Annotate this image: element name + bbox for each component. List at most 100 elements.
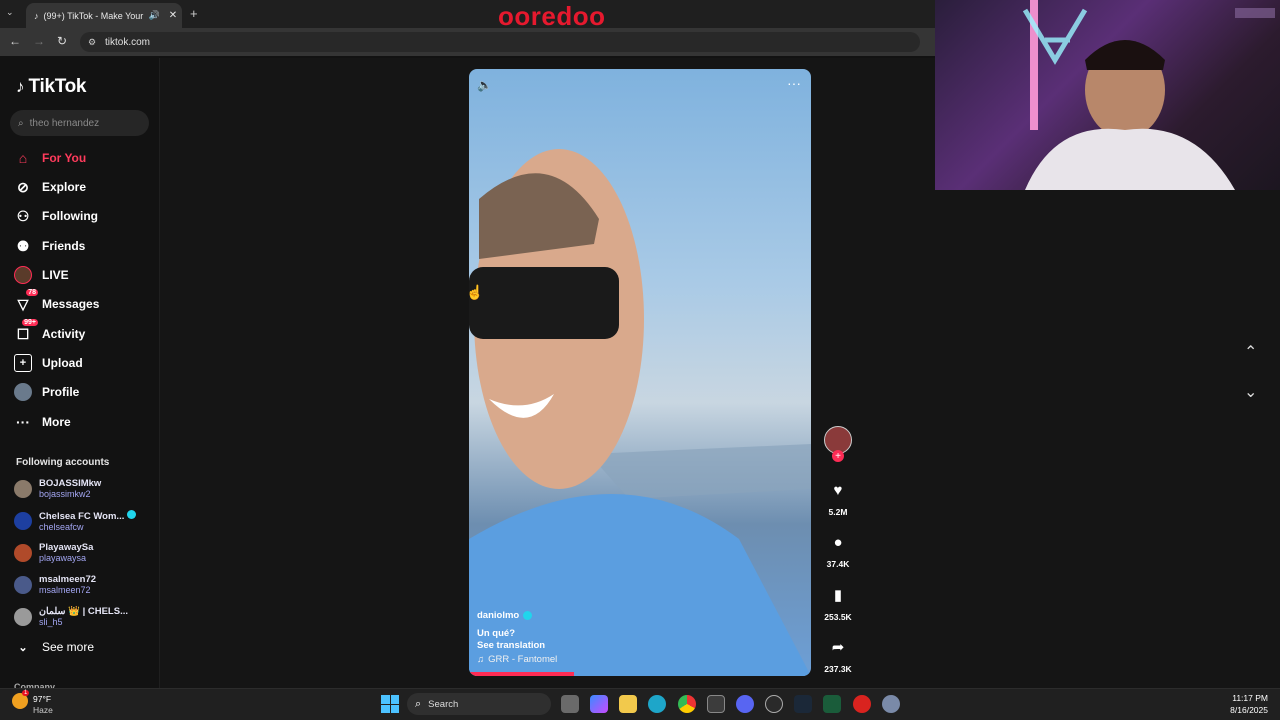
new-tab-button[interactable]: + — [190, 6, 198, 21]
chevron-down-icon: ⌄ — [18, 641, 28, 654]
file-explorer-icon[interactable] — [619, 695, 637, 713]
store-icon[interactable] — [707, 695, 725, 713]
more-icon: ··· — [16, 414, 30, 430]
weather-temp: 97°F — [33, 694, 52, 704]
compass-icon: ⊘ — [17, 178, 29, 195]
nav-label: Explore — [42, 180, 87, 194]
heart-icon: ♥ — [833, 482, 843, 499]
taskbar-search-label: Search — [428, 698, 459, 710]
music-link[interactable]: ♫ GRR - Fantomel — [477, 654, 557, 665]
sidebar: ♪ TikTok ⌕ theo hernandez ⌂ For You ⊘ Ex… — [0, 58, 160, 688]
speaker-icon[interactable]: 🔊 — [149, 10, 160, 21]
account-handle: msalmeen72 — [39, 585, 91, 595]
tiktok-logo[interactable]: ♪ TikTok — [16, 76, 86, 98]
friends-icon: ⚉ — [16, 237, 30, 254]
share-button[interactable]: ➦ 237.3K — [824, 638, 852, 674]
following-icon: ⚇ — [16, 207, 30, 224]
video-author[interactable]: daniolmo — [477, 610, 533, 621]
avatar — [14, 575, 32, 594]
nav-label: Profile — [42, 385, 80, 399]
next-video-chevron-down-icon[interactable]: ⌄ — [1244, 382, 1257, 402]
account-name: Chelsea FC Wom... — [39, 511, 125, 522]
weather-desc: Haze — [33, 705, 53, 715]
volume-icon[interactable]: 🔈 — [477, 78, 492, 92]
account-item[interactable]: سلمان 👑 | CHELS... sli_h5 — [14, 606, 128, 627]
video-player[interactable]: 🔈 ··· daniolmo Un qué? See translation ♫… — [469, 69, 811, 676]
nav-more[interactable]: ··· More — [14, 410, 71, 434]
account-item[interactable]: PlayawaySa playawaysa — [14, 542, 93, 563]
url-field[interactable]: ⚙ tiktok.com — [80, 32, 920, 52]
more-options-icon[interactable]: ··· — [787, 75, 801, 91]
video-caption: Un qué? — [477, 628, 515, 639]
nav-profile[interactable]: Profile — [14, 380, 79, 404]
clock-time[interactable]: 11:17 PM — [1225, 693, 1268, 703]
nav-label: LIVE — [42, 268, 69, 282]
like-button[interactable]: ♥ 5.2M — [824, 482, 852, 517]
settings-icon[interactable] — [882, 695, 900, 713]
messages-badge: 78 — [26, 289, 38, 296]
see-translation-link[interactable]: See translation — [477, 640, 545, 651]
taskbar-search[interactable]: ⌕ Search — [407, 693, 551, 715]
account-handle: chelseafcw — [39, 522, 84, 532]
comment-button[interactable]: ● 37.4K — [824, 534, 852, 569]
search-placeholder: theo hernandez — [29, 117, 100, 129]
tiktok-favicon-icon: ♪ — [34, 10, 39, 21]
close-tab-icon[interactable]: ✕ — [169, 10, 177, 21]
nav-label: Activity — [42, 327, 86, 341]
forward-icon[interactable]: → — [33, 34, 45, 48]
edge-icon[interactable] — [648, 695, 666, 713]
follow-plus-icon[interactable]: + — [832, 450, 844, 462]
bookmark-icon: ▮ — [833, 587, 843, 604]
nav-label: More — [42, 415, 71, 429]
nav-activity[interactable]: ☐ 99+ Activity — [14, 319, 86, 346]
nav-explore[interactable]: ⊘ Explore — [14, 175, 86, 199]
mouse-cursor-icon: ☝ — [466, 284, 484, 300]
account-item[interactable]: msalmeen72 msalmeen72 — [14, 574, 96, 595]
steam-icon[interactable] — [794, 695, 812, 713]
nav-following[interactable]: ⚇ Following — [14, 204, 98, 228]
tiktok-logo-icon: ♪ — [16, 77, 25, 96]
search-input[interactable]: ⌕ theo hernandez — [10, 110, 149, 136]
account-name: سلمان 👑 | CHELS... — [39, 606, 128, 617]
browser-tab[interactable]: ♪ (99+) TikTok - Make Your Da 🔊 ✕ — [26, 3, 182, 28]
discord-icon[interactable] — [736, 695, 754, 713]
tab-title: (99+) TikTok - Make Your Da — [43, 10, 144, 21]
save-button[interactable]: ▮ 253.5K — [824, 586, 852, 622]
live-icon — [14, 266, 32, 284]
home-icon: ⌂ — [18, 150, 28, 166]
red-app-icon[interactable] — [853, 695, 871, 713]
nav-live[interactable]: LIVE — [14, 263, 69, 287]
comment-icon: ● — [833, 534, 843, 551]
author-username: daniolmo — [477, 610, 520, 621]
nav-label: Messages — [42, 297, 100, 311]
task-view-icon[interactable] — [561, 695, 579, 713]
upload-icon: + — [14, 354, 32, 372]
nav-friends[interactable]: ⚉ Friends — [14, 234, 86, 258]
app-icon[interactable] — [765, 695, 783, 713]
see-more-label: See more — [42, 640, 95, 654]
see-more-button[interactable]: ⌄ See more — [14, 635, 94, 659]
nav-messages[interactable]: ▽ 78 Messages — [14, 289, 100, 316]
reload-icon[interactable]: ↻ — [57, 34, 67, 48]
messages-icon: ▽ 78 — [17, 289, 38, 312]
music-note-icon: ♫ — [477, 654, 485, 665]
chrome-icon[interactable] — [678, 695, 696, 713]
back-icon[interactable]: ← — [9, 34, 21, 48]
account-name: PlayawaySa — [39, 542, 94, 553]
account-item[interactable]: Chelsea FC Wom... chelseafcw — [14, 510, 136, 532]
windows-start-icon[interactable] — [381, 695, 399, 713]
avatar — [14, 479, 32, 498]
account-item[interactable]: BOJASSIMkw bojassimkw2 — [14, 478, 101, 499]
previous-video-chevron-up-icon[interactable]: ⌃ — [1244, 342, 1257, 362]
nav-for-you[interactable]: ⌂ For You — [14, 146, 86, 170]
nav-upload[interactable]: + Upload — [14, 351, 83, 375]
xbox-icon[interactable] — [823, 695, 841, 713]
comment-count: 37.4K — [826, 559, 850, 569]
site-info-icon[interactable]: ⚙ — [88, 37, 96, 48]
account-handle: bojassimkw2 — [39, 489, 91, 499]
profile-icon — [14, 383, 32, 401]
tab-list-button[interactable]: ⌄ — [6, 7, 14, 18]
copilot-icon[interactable] — [590, 695, 608, 713]
url-text: tiktok.com — [105, 36, 151, 48]
clock-date[interactable]: 8/16/2025 — [1218, 705, 1268, 715]
